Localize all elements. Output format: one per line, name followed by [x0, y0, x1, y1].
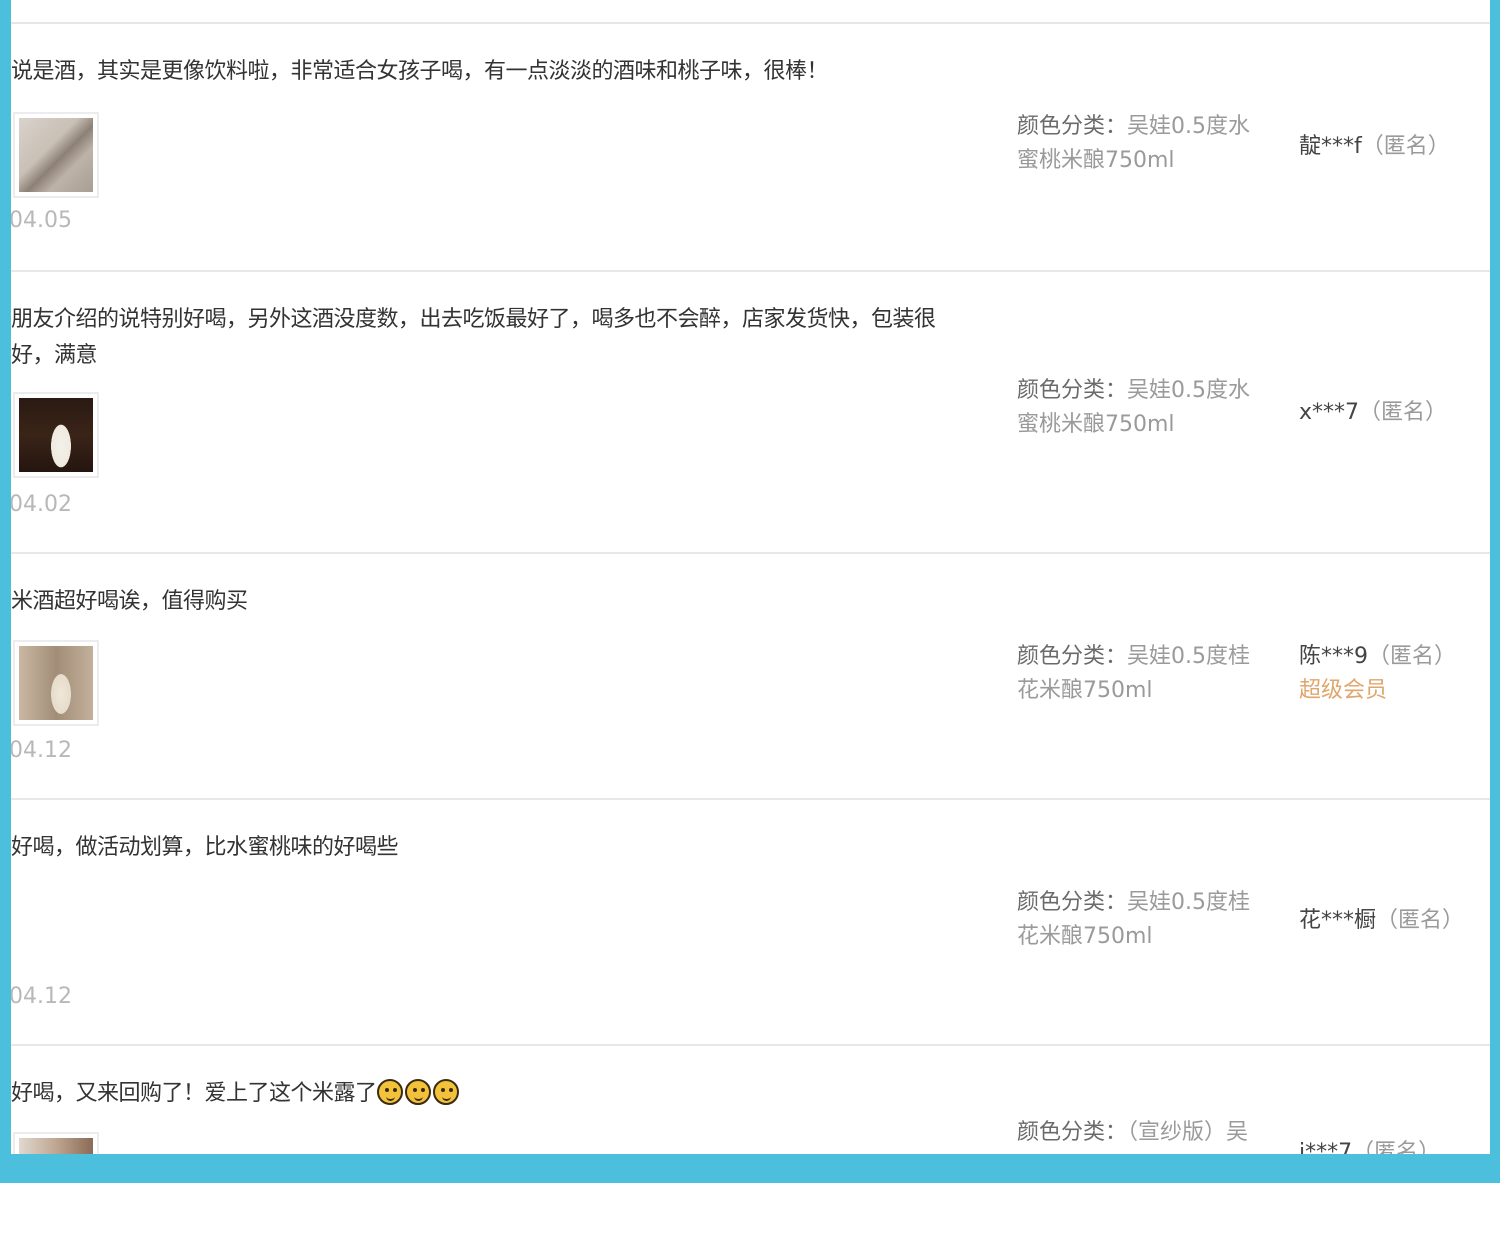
sku-info: 颜色分类：吴娃0.5度桂花米酿750ml: [1017, 640, 1267, 708]
review-list-panel: 说是酒，其实是更像饮料啦，非常适合女孩子喝，有一点淡淡的酒味和桃子味，很棒！ 0…: [11, 0, 1490, 1154]
sku-value: （宣纱版）吴: [1127, 1120, 1249, 1145]
reviewer-name: 靛***f: [1299, 134, 1362, 159]
review-date: 04.02: [11, 492, 72, 517]
sku-label: 颜色分类：: [1017, 890, 1128, 915]
review-text: 说是酒，其实是更像饮料啦，非常适合女孩子喝，有一点淡淡的酒味和桃子味，很棒！: [11, 59, 829, 84]
review-text: 好喝，做活动划算，比水蜜桃味的好喝些: [11, 835, 399, 860]
review-date: 04.05: [11, 208, 72, 233]
sku-label: 颜色分类：: [1017, 378, 1128, 403]
reviewer-name: 花***橱: [1299, 908, 1377, 933]
review-text: 米酒超好喝诶，值得购买: [11, 589, 248, 614]
blue-frame: 说是酒，其实是更像饮料啦，非常适合女孩子喝，有一点淡淡的酒味和桃子味，很棒！ 0…: [0, 0, 1500, 1183]
review-text-content: 好喝，又来回购了！爱上了这个米露了: [11, 1081, 377, 1106]
reviewer-name: x***7: [1299, 400, 1360, 425]
review-photo-thumbnail[interactable]: [13, 392, 99, 478]
reviewer: 花***橱（匿名）: [1299, 904, 1489, 938]
photo: [19, 646, 93, 720]
review-text: 好喝，又来回购了！爱上了这个米露了: [11, 1076, 971, 1112]
super-member-badge: 超级会员: [1299, 678, 1388, 703]
review-photo-thumbnail[interactable]: [13, 112, 99, 198]
review-date: 04.12: [11, 738, 72, 763]
anonymous-tag: （匿名）: [1376, 908, 1465, 933]
reviewer: 靛***f（匿名）: [1299, 130, 1489, 164]
sku-label: 颜色分类：: [1017, 644, 1128, 669]
reviewer-name: i***7: [1299, 1140, 1353, 1154]
review-item: 好喝，又来回购了！爱上了这个米露了 颜色分类：（宣纱版）吴 i***7（匿名）: [11, 1044, 1490, 1154]
anonymous-tag: （匿名）: [1361, 134, 1450, 159]
photo: [19, 118, 93, 192]
review-photo-thumbnail[interactable]: [13, 640, 99, 726]
sku-label: 颜色分类：: [1017, 114, 1128, 139]
anonymous-tag: （匿名）: [1352, 1140, 1441, 1154]
grin-emoji-icon: [404, 1079, 431, 1105]
photo: [19, 398, 93, 472]
sku-info: 颜色分类：吴娃0.5度水蜜桃米酿750ml: [1017, 374, 1267, 442]
sku-info: 颜色分类：（宣纱版）吴: [1017, 1116, 1267, 1150]
sku-label: 颜色分类：: [1017, 1120, 1128, 1145]
review-text: 朋友介绍的说特别好喝，另外这酒没度数，出去吃饭最好了，喝多也不会醉，店家发货快，…: [11, 307, 936, 368]
anonymous-tag: （匿名）: [1368, 644, 1457, 669]
anonymous-tag: （匿名）: [1359, 400, 1448, 425]
reviewer: i***7（匿名）: [1299, 1136, 1489, 1154]
photo: [19, 1138, 93, 1154]
grin-emoji-icon: [376, 1079, 403, 1105]
review-item: 米酒超好喝诶，值得购买 04.12 颜色分类：吴娃0.5度桂花米酿750ml 陈…: [11, 552, 1490, 800]
review-photo-thumbnail[interactable]: [13, 1132, 99, 1154]
grin-emoji-icon: [432, 1079, 459, 1105]
reviewer: x***7（匿名）: [1299, 396, 1489, 430]
sku-info: 颜色分类：吴娃0.5度水蜜桃米酿750ml: [1017, 110, 1267, 178]
review-item: 说是酒，其实是更像饮料啦，非常适合女孩子喝，有一点淡淡的酒味和桃子味，很棒！ 0…: [11, 24, 1490, 272]
review-item: 好喝，做活动划算，比水蜜桃味的好喝些 04.12 颜色分类：吴娃0.5度桂花米酿…: [11, 798, 1490, 1046]
sku-info: 颜色分类：吴娃0.5度桂花米酿750ml: [1017, 886, 1267, 954]
reviewer: 陈***9（匿名） 超级会员: [1299, 640, 1489, 708]
reviewer-name: 陈***9: [1299, 644, 1368, 669]
review-item: 朋友介绍的说特别好喝，另外这酒没度数，出去吃饭最好了，喝多也不会醉，店家发货快，…: [11, 270, 1490, 554]
review-date: 04.12: [11, 984, 72, 1009]
